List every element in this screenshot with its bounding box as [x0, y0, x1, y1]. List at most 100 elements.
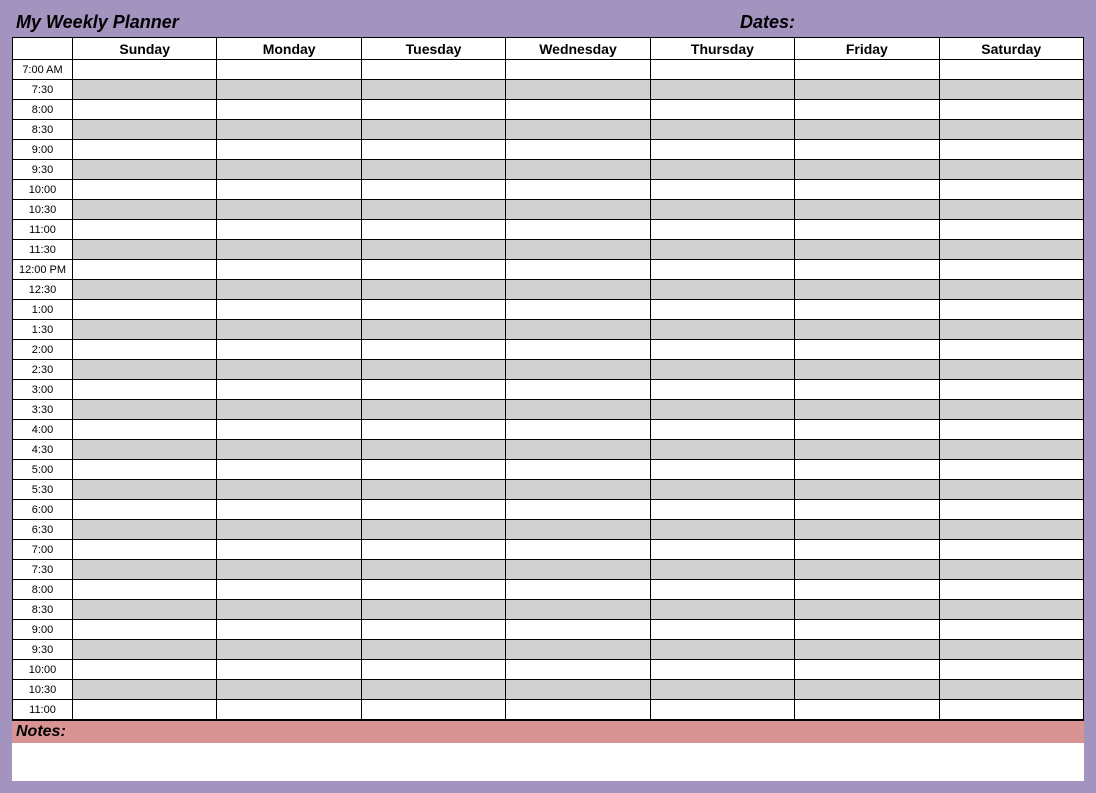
planner-cell[interactable] [73, 620, 217, 640]
planner-cell[interactable] [73, 460, 217, 480]
planner-cell[interactable] [650, 220, 794, 240]
planner-cell[interactable] [217, 160, 361, 180]
planner-cell[interactable] [361, 640, 505, 660]
planner-cell[interactable] [73, 480, 217, 500]
planner-cell[interactable] [939, 280, 1083, 300]
planner-cell[interactable] [217, 540, 361, 560]
planner-cell[interactable] [650, 60, 794, 80]
planner-cell[interactable] [361, 340, 505, 360]
planner-cell[interactable] [506, 440, 650, 460]
planner-cell[interactable] [939, 560, 1083, 580]
planner-cell[interactable] [795, 620, 939, 640]
planner-cell[interactable] [361, 140, 505, 160]
planner-cell[interactable] [650, 340, 794, 360]
planner-cell[interactable] [506, 620, 650, 640]
planner-cell[interactable] [650, 560, 794, 580]
planner-cell[interactable] [73, 340, 217, 360]
planner-cell[interactable] [939, 700, 1083, 720]
planner-cell[interactable] [506, 560, 650, 580]
planner-cell[interactable] [939, 240, 1083, 260]
planner-cell[interactable] [939, 220, 1083, 240]
planner-cell[interactable] [506, 140, 650, 160]
planner-cell[interactable] [650, 320, 794, 340]
planner-cell[interactable] [506, 300, 650, 320]
planner-cell[interactable] [506, 480, 650, 500]
planner-cell[interactable] [217, 60, 361, 80]
planner-cell[interactable] [506, 500, 650, 520]
planner-cell[interactable] [939, 540, 1083, 560]
planner-cell[interactable] [361, 200, 505, 220]
planner-cell[interactable] [73, 600, 217, 620]
planner-cell[interactable] [506, 340, 650, 360]
planner-cell[interactable] [939, 60, 1083, 80]
planner-cell[interactable] [939, 300, 1083, 320]
planner-cell[interactable] [795, 320, 939, 340]
planner-cell[interactable] [795, 100, 939, 120]
planner-cell[interactable] [73, 380, 217, 400]
planner-cell[interactable] [650, 640, 794, 660]
planner-cell[interactable] [217, 240, 361, 260]
planner-cell[interactable] [650, 600, 794, 620]
planner-cell[interactable] [217, 580, 361, 600]
planner-cell[interactable] [650, 620, 794, 640]
planner-cell[interactable] [361, 680, 505, 700]
planner-cell[interactable] [650, 460, 794, 480]
planner-cell[interactable] [217, 500, 361, 520]
planner-cell[interactable] [650, 580, 794, 600]
planner-cell[interactable] [217, 260, 361, 280]
planner-cell[interactable] [361, 440, 505, 460]
planner-cell[interactable] [506, 180, 650, 200]
planner-cell[interactable] [650, 440, 794, 460]
planner-cell[interactable] [939, 400, 1083, 420]
planner-cell[interactable] [939, 680, 1083, 700]
planner-cell[interactable] [506, 100, 650, 120]
planner-cell[interactable] [73, 420, 217, 440]
planner-cell[interactable] [650, 500, 794, 520]
planner-cell[interactable] [650, 300, 794, 320]
planner-cell[interactable] [73, 560, 217, 580]
planner-cell[interactable] [217, 600, 361, 620]
planner-cell[interactable] [73, 120, 217, 140]
planner-cell[interactable] [795, 600, 939, 620]
planner-cell[interactable] [939, 480, 1083, 500]
planner-cell[interactable] [506, 640, 650, 660]
planner-cell[interactable] [795, 260, 939, 280]
planner-cell[interactable] [361, 500, 505, 520]
planner-cell[interactable] [506, 540, 650, 560]
planner-cell[interactable] [650, 120, 794, 140]
planner-cell[interactable] [361, 80, 505, 100]
planner-cell[interactable] [650, 680, 794, 700]
planner-cell[interactable] [361, 520, 505, 540]
planner-cell[interactable] [939, 160, 1083, 180]
planner-cell[interactable] [361, 600, 505, 620]
planner-cell[interactable] [506, 220, 650, 240]
planner-cell[interactable] [650, 400, 794, 420]
planner-cell[interactable] [73, 680, 217, 700]
planner-cell[interactable] [73, 280, 217, 300]
planner-cell[interactable] [506, 520, 650, 540]
planner-cell[interactable] [650, 280, 794, 300]
planner-cell[interactable] [73, 440, 217, 460]
planner-cell[interactable] [73, 220, 217, 240]
planner-cell[interactable] [73, 180, 217, 200]
notes-area[interactable] [12, 743, 1084, 781]
planner-cell[interactable] [506, 320, 650, 340]
planner-cell[interactable] [650, 140, 794, 160]
planner-cell[interactable] [217, 80, 361, 100]
planner-cell[interactable] [939, 660, 1083, 680]
planner-cell[interactable] [361, 460, 505, 480]
planner-cell[interactable] [217, 480, 361, 500]
planner-cell[interactable] [73, 400, 217, 420]
planner-cell[interactable] [506, 700, 650, 720]
planner-cell[interactable] [361, 180, 505, 200]
planner-cell[interactable] [217, 460, 361, 480]
planner-cell[interactable] [361, 280, 505, 300]
planner-cell[interactable] [939, 100, 1083, 120]
planner-cell[interactable] [361, 320, 505, 340]
planner-cell[interactable] [795, 220, 939, 240]
planner-cell[interactable] [506, 60, 650, 80]
planner-cell[interactable] [217, 220, 361, 240]
planner-cell[interactable] [73, 640, 217, 660]
planner-cell[interactable] [795, 480, 939, 500]
planner-cell[interactable] [650, 420, 794, 440]
